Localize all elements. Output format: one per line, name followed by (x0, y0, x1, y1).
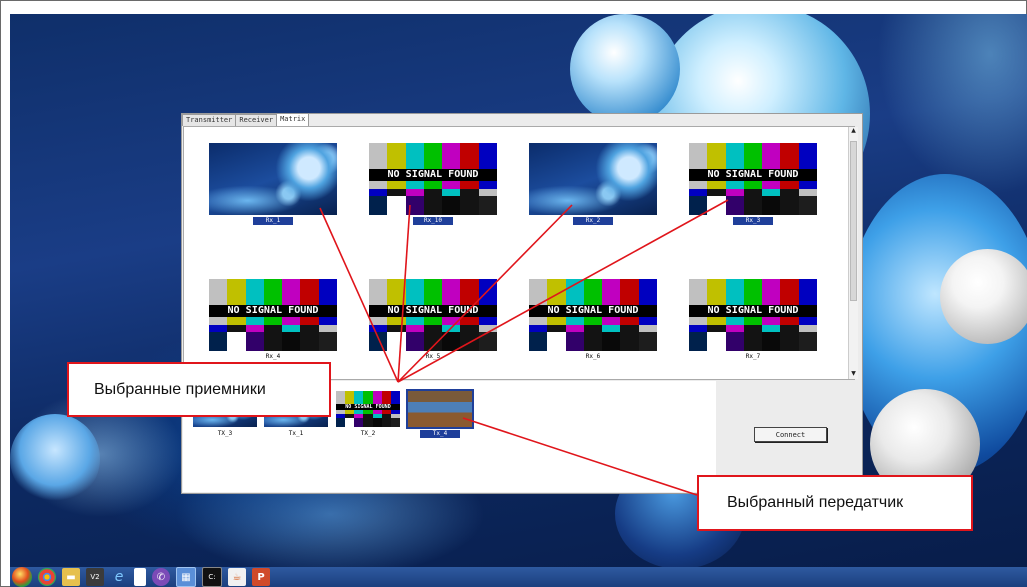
receiver-label: Rx_6 (585, 353, 601, 360)
receiver-grid: Rx_1 NO SIGNAL FOUND Rx_10 Rx_2 NO SIGNAL FO… (183, 126, 855, 380)
matrix-window: Transmitter Receiver Matrix Rx_1 NO SIGNA… (181, 113, 863, 494)
callout-selected-receivers: Выбранные приемники (67, 362, 331, 417)
connect-button[interactable]: Connect (754, 427, 827, 442)
receiver-label: Rx_2 (573, 217, 613, 225)
receiver-rx-4[interactable]: NO SIGNAL FOUND (209, 279, 337, 351)
no-signal-text: NO SIGNAL FOUND (529, 304, 657, 318)
wallpaper-preview (209, 143, 337, 215)
no-signal-test-pattern: NO SIGNAL FOUND (689, 143, 817, 215)
receiver-label: Rx_4 (265, 353, 281, 360)
scroll-up-icon[interactable]: ▲ (850, 127, 857, 134)
tab-transmitter[interactable]: Transmitter (182, 114, 237, 126)
wallpaper-sphere (10, 414, 100, 504)
photo-preview (408, 391, 472, 427)
powerpoint-icon[interactable]: P (252, 568, 270, 586)
receiver-rx-7[interactable]: NO SIGNAL FOUND (689, 279, 817, 351)
receiver-label: Rx_7 (745, 353, 761, 360)
no-signal-test-pattern: NO SIGNAL FOUND (369, 143, 497, 215)
scroll-down-icon[interactable]: ▼ (850, 370, 857, 377)
viber-icon[interactable]: ✆ (152, 568, 170, 586)
receiver-label: Rx_5 (425, 353, 441, 360)
wallpaper-sphere (940, 249, 1027, 344)
receiver-label: Rx_10 (413, 217, 453, 225)
scrollbar-thumb[interactable] (850, 141, 857, 301)
callout-transmitter-text: Выбранный передатчик (727, 494, 904, 511)
receiver-label: Rx_3 (733, 217, 773, 225)
transmitter-label: TX_2 (360, 430, 376, 437)
tab-matrix[interactable]: Matrix (276, 113, 310, 126)
callout-selected-transmitter: Выбранный передатчик (697, 475, 973, 531)
no-signal-text: NO SIGNAL FOUND (369, 168, 497, 182)
transmitter-label: TX_3 (217, 430, 233, 437)
java-icon[interactable]: ☕ (228, 568, 246, 586)
no-signal-text: NO SIGNAL FOUND (336, 403, 400, 411)
no-signal-test-pattern: NO SIGNAL FOUND (529, 279, 657, 351)
wallpaper-sphere (570, 14, 680, 124)
tab-bar: Transmitter Receiver Matrix (182, 113, 310, 126)
transmitter-tx-4[interactable] (406, 389, 474, 429)
wallpaper-preview (529, 143, 657, 215)
no-signal-test-pattern: NO SIGNAL FOUND (209, 279, 337, 351)
notepad-icon[interactable] (134, 568, 146, 586)
receiver-rx-5[interactable]: NO SIGNAL FOUND (369, 279, 497, 351)
control-panel-icon[interactable]: ▦ (176, 567, 196, 587)
callout-receivers-text: Выбранные приемники (94, 380, 266, 398)
vertical-scrollbar[interactable]: ▲ ▼ (848, 127, 858, 379)
receiver-rx-3[interactable]: NO SIGNAL FOUND (689, 143, 817, 215)
no-signal-text: NO SIGNAL FOUND (689, 304, 817, 318)
transmitter-tx-2[interactable]: NO SIGNAL FOUND (336, 391, 400, 427)
receiver-label: Rx_1 (253, 217, 293, 225)
no-signal-text: NO SIGNAL FOUND (369, 304, 497, 318)
receiver-rx-1[interactable] (209, 143, 337, 215)
no-signal-test-pattern: NO SIGNAL FOUND (336, 391, 400, 427)
no-signal-text: NO SIGNAL FOUND (689, 168, 817, 182)
internet-explorer-icon[interactable]: e (110, 568, 128, 586)
no-signal-test-pattern: NO SIGNAL FOUND (689, 279, 817, 351)
receiver-rx-10[interactable]: NO SIGNAL FOUND (369, 143, 497, 215)
windows-start-icon[interactable] (12, 567, 32, 587)
vnc-icon[interactable]: V2 (86, 568, 104, 586)
receiver-rx-6[interactable]: NO SIGNAL FOUND (529, 279, 657, 351)
chrome-icon[interactable] (38, 568, 56, 586)
transmitter-label: Tx_1 (288, 430, 304, 437)
taskbar: ▬ V2 e ✆ ▦ C: ☕ P (10, 567, 1027, 587)
cmd-icon[interactable]: C: (202, 567, 222, 587)
no-signal-text: NO SIGNAL FOUND (209, 304, 337, 318)
tab-receiver[interactable]: Receiver (235, 114, 278, 126)
transmitter-label: Tx_4 (420, 430, 460, 438)
file-explorer-icon[interactable]: ▬ (62, 568, 80, 586)
receiver-rx-2[interactable] (529, 143, 657, 215)
no-signal-test-pattern: NO SIGNAL FOUND (369, 279, 497, 351)
